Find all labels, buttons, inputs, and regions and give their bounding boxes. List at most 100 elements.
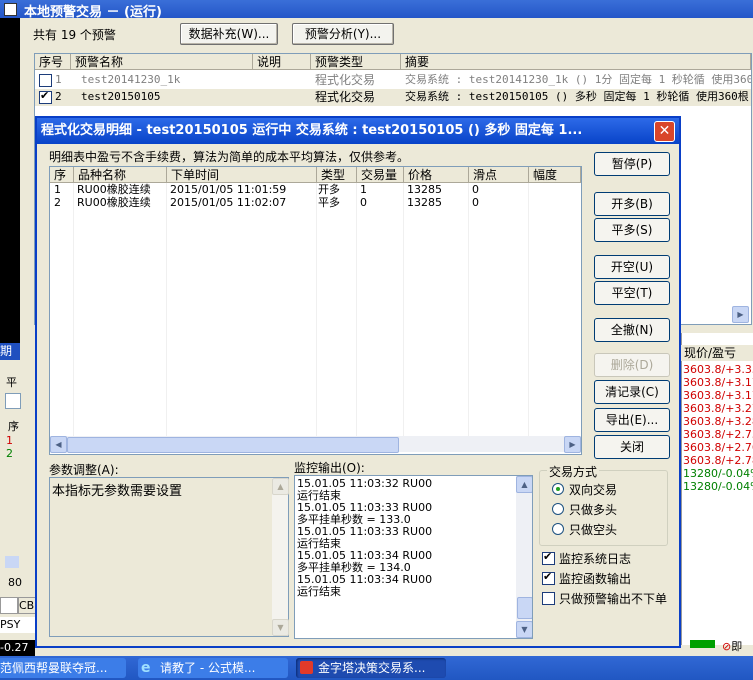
left-mini-box[interactable] <box>5 393 21 409</box>
trade-col-time[interactable]: 下单时间 <box>167 167 317 183</box>
grid-scroll-right-arrow[interactable]: ▶ <box>732 306 749 323</box>
close-button[interactable]: 关闭 <box>594 435 670 459</box>
trade-detail-dialog: 程式化交易明细 - test20150105 运行中 交易系统 : test20… <box>35 116 681 648</box>
trade-mode-radio[interactable] <box>552 503 564 515</box>
trade-mode-label-1[interactable]: 只做多头 <box>569 501 617 518</box>
col-sep <box>316 183 317 436</box>
col-header-name[interactable]: 预警名称 <box>71 54 253 70</box>
export-button[interactable]: 导出(E)... <box>594 408 670 432</box>
col-sep <box>528 183 529 436</box>
open-long-button[interactable]: 开多(B) <box>594 192 670 216</box>
scroll-up-arrow[interactable]: ▲ <box>272 478 289 495</box>
close-long-button[interactable]: 平多(S) <box>594 218 670 242</box>
dialog-close-icon[interactable]: ✕ <box>654 121 675 142</box>
scroll-down-arrow[interactable]: ▼ <box>516 621 532 638</box>
ie-icon: e <box>141 660 151 676</box>
taskbar-item[interactable]: e 请教了 - 公式模... <box>138 658 288 678</box>
monitor-checkbox[interactable] <box>542 550 555 565</box>
alert-row[interactable]: 2 test20150105 程式化交易 交易系统 : test20150105… <box>35 89 751 106</box>
main-window-titlebar[interactable]: 本地预警交易 － (运行) <box>0 0 753 20</box>
alert-count: 共有 19 个预警 <box>33 28 116 42</box>
delete-button: 删除(D) <box>594 353 670 377</box>
taskbar-item[interactable]: 范佩西帮曼联夺冠... <box>0 658 126 678</box>
quote-value: 3603.8/+2.78 <box>683 454 753 467</box>
alert-row-summary: 交易系统 : test20141230_1k () 1分 固定每 1 秒轮循 使… <box>405 73 751 86</box>
trade-cell-seq: 2 <box>54 196 61 209</box>
data-fill-button[interactable]: 数据补充(W)... <box>180 23 278 45</box>
close-short-button[interactable]: 平空(T) <box>594 281 670 305</box>
scroll-up-arrow[interactable]: ▲ <box>516 476 532 493</box>
open-short-button[interactable]: 开空(U) <box>594 255 670 279</box>
trade-mode-label-0[interactable]: 双向交易 <box>569 481 617 498</box>
alert-analysis-button[interactable]: 预警分析(Y)... <box>292 23 394 45</box>
pause-button[interactable]: 暂停(P) <box>594 152 670 176</box>
trade-col-slip[interactable]: 滑点 <box>469 167 529 183</box>
psy-label: PSY <box>0 617 35 633</box>
scroll-down-arrow[interactable]: ▼ <box>272 619 289 636</box>
hscroll-thumb[interactable] <box>67 437 399 453</box>
dialog-titlebar[interactable]: 程式化交易明细 - test20150105 运行中 交易系统 : test20… <box>37 118 679 144</box>
quote-value: 3603.8/+3.17 <box>683 376 753 389</box>
quote-header[interactable]: 现价/盈亏 <box>681 345 753 361</box>
vscroll-thumb[interactable] <box>517 597 532 619</box>
monitor-label: 监控输出(O): <box>294 461 365 475</box>
col-sep <box>403 183 404 436</box>
trade-col-type[interactable]: 类型 <box>317 167 357 183</box>
trade-mode-label-2[interactable]: 只做空头 <box>569 521 617 538</box>
trade-col-qty[interactable]: 交易量 <box>357 167 404 183</box>
param-box[interactable]: 本指标无参数需要设置 ▲ ▼ <box>49 477 289 637</box>
alert-row[interactable]: 1 test20141230_1k 程式化交易 交易系统 : test20141… <box>35 72 751 89</box>
quote-value: 3603.8/+3.28 <box>683 415 753 428</box>
alert-row-checkbox[interactable] <box>39 74 52 87</box>
quote-value: 3603.8/+3.17 <box>683 389 753 402</box>
trade-cell-price: 13285 <box>407 196 442 209</box>
alert-row-name: test20141230_1k <box>81 73 181 86</box>
alert-row-checkbox[interactable] <box>39 89 52 104</box>
trade-col-symbol[interactable]: 品种名称 <box>74 167 167 183</box>
trade-grid-hscroll[interactable]: ◀ ▶ <box>50 436 581 453</box>
quote-value: 3603.8/+3.27 <box>683 402 753 415</box>
trade-cell-type: 平多 <box>318 196 340 209</box>
col-sep <box>468 183 469 436</box>
trade-col-seq[interactable]: 序 <box>50 167 74 183</box>
period-tab[interactable]: 期 <box>0 343 20 360</box>
monitor-checkbox[interactable] <box>542 570 555 585</box>
left-chart-strip <box>0 18 20 343</box>
scroll-left-arrow[interactable]: ◀ <box>50 436 67 453</box>
left-scroll-arrow[interactable] <box>5 556 19 568</box>
taskbar-item-active[interactable]: 金字塔决策交易系... <box>296 658 446 678</box>
monitor-vscroll[interactable]: ▲ ▼ <box>516 476 532 638</box>
monitor-checkbox-label[interactable]: 监控函数输出 <box>559 570 631 587</box>
monitor-checkbox-label[interactable]: 监控系统日志 <box>559 550 631 567</box>
trade-col-price[interactable]: 价格 <box>404 167 469 183</box>
trade-cell-slip: 0 <box>472 196 479 209</box>
scroll-right-arrow[interactable]: ▶ <box>564 436 581 453</box>
col-sep <box>166 183 167 436</box>
trade-mode-radio[interactable] <box>552 483 564 495</box>
monitor-line: 运行结束 <box>297 585 341 598</box>
col-sep <box>73 183 74 436</box>
monitor-checkbox[interactable] <box>542 592 555 605</box>
param-label: 参数调整(A): <box>49 463 119 477</box>
trade-mode-radio[interactable] <box>552 523 564 535</box>
col-header-num[interactable]: 序号 <box>35 54 71 70</box>
monitor-output[interactable]: 15.01.05 11:03:32 RU00 运行结束 15.01.05 11:03… <box>294 475 533 639</box>
col-header-summary[interactable]: 摘要 <box>401 54 751 70</box>
taskbar-item-label: 请教了 - 公式模... <box>160 661 256 675</box>
trade-grid: 序 品种名称 下单时间 类型 交易量 价格 滑点 幅度 1 RU00橡胶连续 201… <box>49 166 582 455</box>
quote-value: 13280/-0.04% <box>683 480 753 493</box>
trade-cell-time: 2015/01/05 11:02:07 <box>170 196 287 209</box>
monitor-checkbox-label[interactable]: 只做预警输出不下单 <box>559 590 667 607</box>
col-header-desc[interactable]: 说明 <box>253 54 311 70</box>
left-label-80: 80 <box>8 576 22 589</box>
left-tab-blank[interactable] <box>0 597 18 614</box>
trade-col-range[interactable]: 幅度 <box>529 167 581 183</box>
window-icon <box>4 3 17 16</box>
col-header-type[interactable]: 预警类型 <box>311 54 401 70</box>
param-vscroll[interactable]: ▲ ▼ <box>272 478 289 636</box>
taskbar-item-label: 金字塔决策交易系... <box>318 661 426 675</box>
bottom-value: -0.27 <box>0 640 35 656</box>
monitor-lines: 15.01.05 11:03:32 RU00 运行结束 15.01.05 11:03… <box>297 478 432 598</box>
cancel-all-button[interactable]: 全撤(N) <box>594 318 670 342</box>
clear-records-button[interactable]: 清记录(C) <box>594 380 670 404</box>
